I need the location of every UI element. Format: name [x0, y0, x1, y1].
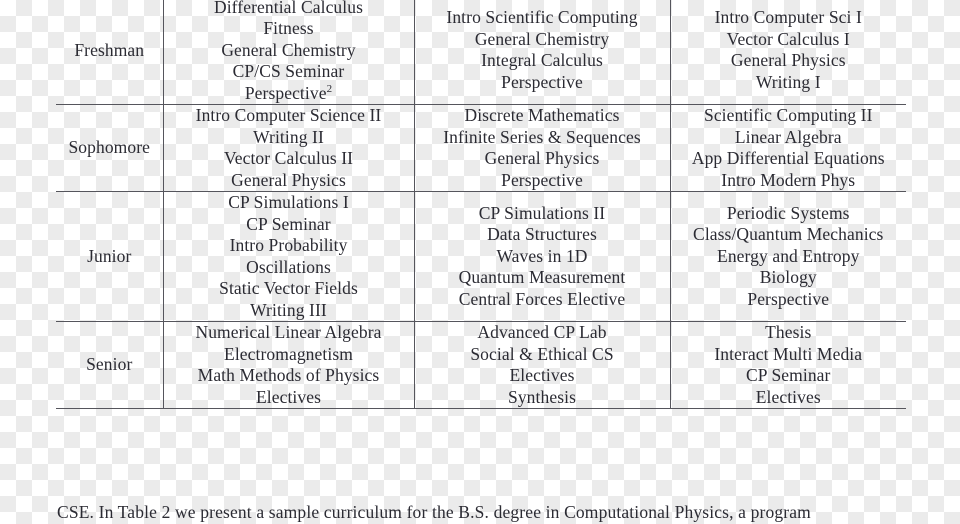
course-item: CP/CS Seminar [232, 61, 345, 81]
course-item: CP Simulations I [228, 192, 349, 212]
cell-junior-spring: Periodic Systems Class/Quantum Mechanics… [670, 191, 906, 322]
course-item-label: Perspective [244, 82, 327, 103]
cell-freshman-spring: Intro Computer Sci I Vector Calculus I G… [670, 0, 906, 105]
course-item: Numerical Linear Algebra [195, 322, 382, 342]
course-item: Biology [759, 267, 817, 288]
cell-freshman-winter: Intro Scientific Computing General Chemi… [414, 0, 671, 105]
cell-senior-fall: Numerical Linear Algebra Electromagnetis… [162, 321, 415, 409]
course-item: Central Forces Elective [458, 288, 626, 309]
course-item: Thesis [765, 322, 812, 342]
course-item: General Physics [730, 50, 846, 71]
table-row: Freshman Differential Calculus Fitness G… [56, 0, 906, 105]
cell-sophomore-winter: Discrete Mathematics Infinite Series & S… [414, 104, 671, 192]
course-item: Perspective [747, 288, 830, 309]
course-item: Discrete Mathematics [464, 105, 620, 125]
course-item: Interact Multi Media [714, 343, 863, 364]
course-item: General Physics [484, 148, 600, 168]
course-item: Vector Calculus II [223, 148, 354, 168]
course-item: Integral Calculus [481, 50, 603, 71]
table-row: Senior Numerical Linear Algebra Electrom… [56, 321, 906, 409]
course-item: Writing II [253, 126, 324, 147]
course-item: Energy and Entropy [717, 245, 860, 266]
page-canvas: Fall Winter Spring Freshman Differential… [0, 0, 960, 522]
table-row: Sophomore Intro Computer Science II Writ… [56, 104, 906, 192]
table-row: Junior CP Simulations I CP Seminar Intro… [56, 191, 906, 322]
course-item: Periodic Systems [726, 202, 850, 223]
course-item: Advanced CP Lab [477, 322, 607, 342]
course-item: Scientific Computing II [703, 105, 873, 125]
year-label-senior: Senior [56, 321, 163, 409]
course-item: Infinite Series & Sequences [443, 126, 641, 147]
course-item: Writing III [250, 299, 327, 320]
table-body: Freshman Differential Calculus Fitness G… [56, 0, 906, 409]
footnote-marker: 2 [326, 82, 333, 95]
cell-junior-fall: CP Simulations I CP Seminar Intro Probab… [162, 191, 415, 322]
course-item: Electromagnetism [224, 343, 353, 364]
cell-sophomore-spring: Scientific Computing II Linear Algebra A… [670, 104, 906, 192]
course-item: Intro Probability [229, 235, 348, 255]
course-item-perspective: Perspective2 [164, 83, 414, 105]
year-label-freshman: Freshman [56, 0, 163, 105]
course-item: Fitness [263, 18, 314, 38]
sample-curriculum-table: Fall Winter Spring Freshman Differential… [56, 0, 906, 409]
course-item: Vector Calculus I [726, 28, 850, 49]
cell-senior-spring: Thesis Interact Multi Media CP Seminar E… [670, 321, 906, 409]
course-item: Differential Calculus [213, 0, 364, 17]
course-item: Perspective [501, 71, 583, 92]
course-item: Math Methods of Physics [197, 365, 380, 385]
course-item: Static Vector Fields [219, 278, 358, 298]
course-item: Data Structures [487, 224, 597, 245]
course-item: Linear Algebra [734, 126, 842, 147]
course-item: Intro Modern Phys [721, 169, 856, 190]
cell-junior-winter: CP Simulations II Data Structures Waves … [414, 191, 671, 322]
course-item: Quantum Measurement [458, 267, 626, 288]
course-item: Electives [755, 386, 821, 407]
cell-sophomore-fall: Intro Computer Science II Writing II Vec… [162, 104, 415, 192]
cell-senior-winter: Advanced CP Lab Social & Ethical CS Elec… [414, 321, 671, 409]
course-item: Perspective [501, 169, 583, 190]
course-item: Writing I [755, 71, 821, 92]
course-item: Intro Computer Sci I [714, 7, 862, 28]
year-label-sophomore: Sophomore [56, 104, 163, 192]
course-item: General Physics [231, 169, 346, 190]
course-item: Intro Computer Science II [195, 105, 382, 125]
course-item: Waves in 1D [496, 245, 588, 266]
course-item: CP Seminar [246, 213, 331, 234]
course-item: Intro Scientific Computing [446, 7, 638, 28]
course-item: Oscillations [246, 256, 331, 277]
course-item: Electives [509, 365, 575, 385]
year-label-junior: Junior [56, 191, 163, 322]
course-item: CP Seminar [746, 365, 831, 385]
course-item: Electives [255, 386, 322, 407]
course-item: Synthesis [508, 386, 576, 407]
course-item: CP Simulations II [478, 202, 606, 223]
course-item: General Chemistry [474, 28, 610, 49]
caption-paragraph: CSE. In Table 2 we present a sample curr… [57, 501, 811, 522]
cell-freshman-fall: Differential Calculus Fitness General Ch… [162, 0, 415, 105]
course-item: Social & Ethical CS [470, 343, 614, 364]
course-item: App Differential Equations [691, 148, 885, 168]
course-item: General Chemistry [221, 39, 356, 60]
course-item: Class/Quantum Mechanics [693, 224, 884, 245]
